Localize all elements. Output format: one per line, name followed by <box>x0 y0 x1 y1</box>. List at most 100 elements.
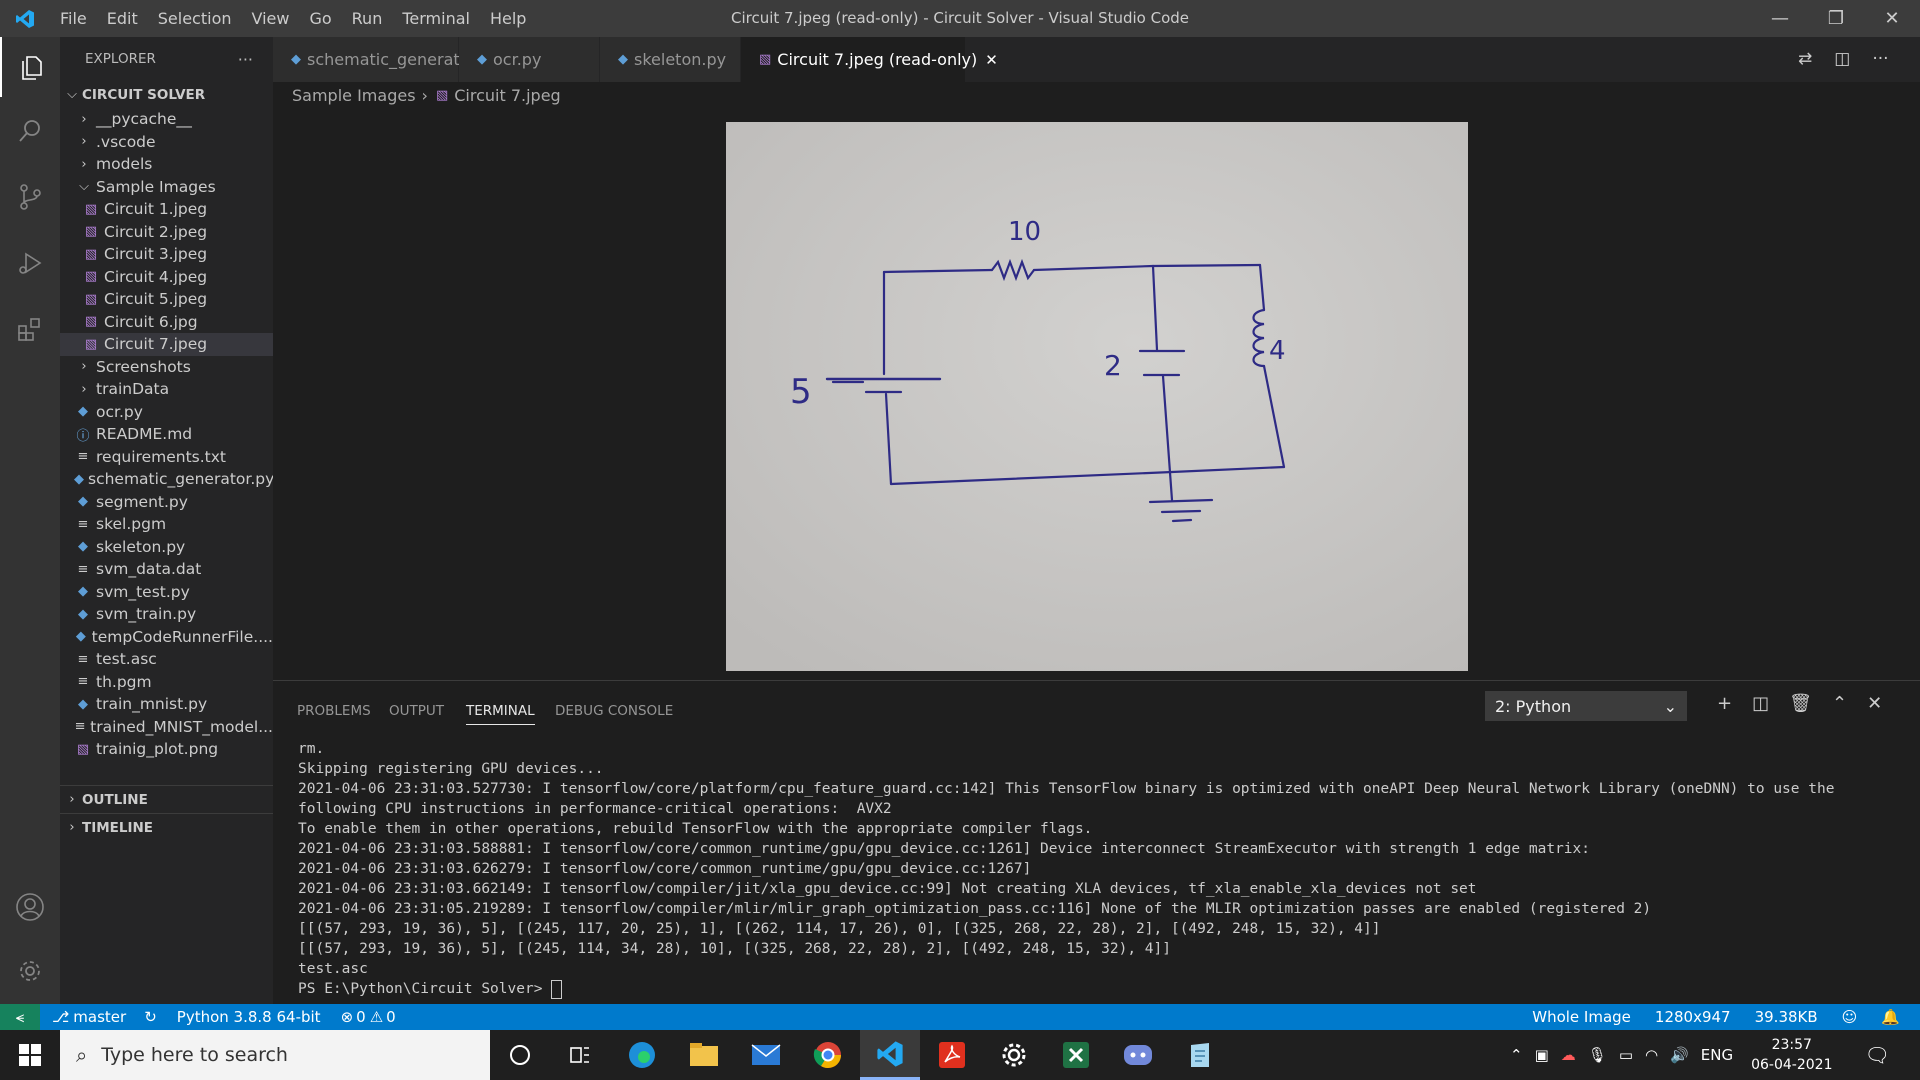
breadcrumb-file[interactable]: Circuit 7.jpeg <box>454 86 560 105</box>
extensions-icon[interactable] <box>0 299 60 359</box>
file-item[interactable]: ◆ svm_test.py <box>60 581 273 604</box>
mail-icon[interactable] <box>736 1030 796 1080</box>
onedrive-icon[interactable]: ☁ <box>1561 1046 1576 1064</box>
file-item[interactable]: ◆ svm_train.py <box>60 603 273 626</box>
file-item[interactable]: ▧ Circuit 1.jpeg <box>60 198 273 221</box>
menu-go[interactable]: Go <box>299 9 341 28</box>
more-editor-actions-icon[interactable]: ··· <box>1872 49 1888 69</box>
close-panel-icon[interactable]: ✕ <box>1867 693 1882 714</box>
file-item[interactable]: ◆ schematic_generator.py <box>60 468 273 491</box>
outline-section[interactable]: › OUTLINE <box>60 785 273 813</box>
file-item[interactable]: ≡ test.asc <box>60 648 273 671</box>
file-item[interactable]: ≡ trained_MNIST_model... <box>60 716 273 739</box>
file-item[interactable]: ≡ th.pgm <box>60 671 273 694</box>
tab-problems[interactable]: PROBLEMS <box>297 703 371 719</box>
file-item[interactable]: ▧ Circuit 7.jpeg <box>60 333 273 356</box>
close-tab-icon[interactable]: ✕ <box>985 51 998 69</box>
folder-item[interactable]: ⌵ Sample Images <box>60 176 273 199</box>
file-item[interactable]: ≡ skel.pgm <box>60 513 273 536</box>
file-item[interactable]: ▧ Circuit 3.jpeg <box>60 243 273 266</box>
tab-ocr[interactable]: ◆ ocr.py <box>459 37 600 82</box>
edge-icon[interactable] <box>612 1030 672 1080</box>
chrome-icon[interactable] <box>798 1030 858 1080</box>
trash-icon[interactable]: 🗑 <box>1789 693 1812 714</box>
maximize-panel-icon[interactable]: ⌃ <box>1832 693 1847 714</box>
remote-icon[interactable]: ⪪ <box>0 1004 40 1030</box>
split-terminal-icon[interactable]: ◫ <box>1752 693 1769 714</box>
notepad-icon[interactable] <box>1170 1030 1230 1080</box>
run-debug-icon[interactable] <box>0 233 60 293</box>
menu-help[interactable]: Help <box>480 9 536 28</box>
python-interpreter[interactable]: Python 3.8.8 64-bit <box>177 1008 321 1026</box>
windows-start-icon[interactable] <box>0 1030 60 1080</box>
folder-item[interactable]: › trainData <box>60 378 273 401</box>
discord-icon[interactable] <box>1108 1030 1168 1080</box>
file-item[interactable]: ≡ requirements.txt <box>60 446 273 469</box>
tab-skeleton[interactable]: ◆ skeleton.py <box>600 37 741 82</box>
file-item[interactable]: ◆ train_mnist.py <box>60 693 273 716</box>
new-terminal-icon[interactable]: + <box>1717 693 1732 714</box>
file-item[interactable]: ◆ skeleton.py <box>60 536 273 559</box>
file-item[interactable]: ▧ Circuit 2.jpeg <box>60 221 273 244</box>
minimize-button[interactable]: — <box>1752 0 1808 37</box>
language-indicator[interactable]: ENG <box>1701 1046 1733 1064</box>
volume-icon[interactable]: 🔊 <box>1670 1046 1689 1064</box>
project-root[interactable]: ⌵ CIRCUIT SOLVER <box>60 81 273 108</box>
file-item[interactable]: ◆ ocr.py <box>60 401 273 424</box>
settings-gear-icon[interactable] <box>984 1030 1044 1080</box>
microphone-icon[interactable]: 🎙 <box>1588 1046 1607 1064</box>
timeline-section[interactable]: › TIMELINE <box>60 813 273 841</box>
feedback-icon[interactable]: ☺ <box>1842 1008 1858 1026</box>
file-item[interactable]: ◆ segment.py <box>60 491 273 514</box>
tab-circuit-7[interactable]: ▧ Circuit 7.jpeg (read-only) ✕ <box>741 37 998 82</box>
file-item[interactable]: ▧ Circuit 6.jpg <box>60 311 273 334</box>
file-item[interactable]: ▧ Circuit 4.jpeg <box>60 266 273 289</box>
clock[interactable]: 23:57 06-04-2021 <box>1751 1035 1832 1075</box>
notifications-bell-icon[interactable]: 🔔 <box>1881 1008 1900 1026</box>
tab-schematic-generator[interactable]: ◆ schematic_generator.py <box>273 37 499 82</box>
file-item[interactable]: ▧ Circuit 5.jpeg <box>60 288 273 311</box>
file-explorer-icon[interactable] <box>674 1030 734 1080</box>
error-count[interactable]: 0 <box>356 1008 366 1026</box>
breadcrumb-folder[interactable]: Sample Images <box>292 86 416 105</box>
taskbar-search[interactable]: ⌕ Type here to search <box>60 1030 490 1080</box>
account-icon[interactable] <box>0 877 60 937</box>
close-window-button[interactable]: ✕ <box>1864 0 1920 37</box>
warning-count[interactable]: 0 <box>386 1008 396 1026</box>
file-item[interactable]: ◆ tempCodeRunnerFile.... <box>60 626 273 649</box>
acrobat-icon[interactable] <box>922 1030 982 1080</box>
excel-icon[interactable] <box>1046 1030 1106 1080</box>
show-hidden-icons-icon[interactable]: ⌃ <box>1510 1046 1523 1064</box>
file-item[interactable]: ⓘ README.md <box>60 423 273 446</box>
action-center-icon[interactable]: 🗨 <box>1864 1043 1889 1067</box>
tab-output[interactable]: OUTPUT <box>389 703 444 719</box>
battery-icon[interactable]: ▭ <box>1619 1046 1633 1064</box>
tab-debug-console[interactable]: DEBUG CONSOLE <box>555 703 673 719</box>
file-item[interactable]: ▧ trainig_plot.png <box>60 738 273 761</box>
folder-item[interactable]: › __pycache__ <box>60 108 273 131</box>
folder-item[interactable]: › .vscode <box>60 131 273 154</box>
meet-now-icon[interactable]: ▣ <box>1535 1046 1549 1064</box>
menu-view[interactable]: View <box>242 9 300 28</box>
folder-item[interactable]: › models <box>60 153 273 176</box>
terminal-select[interactable]: 2: Python ⌄ <box>1485 691 1687 721</box>
open-changes-icon[interactable]: ⇄ <box>1798 49 1812 69</box>
explorer-icon[interactable] <box>0 37 62 97</box>
menu-run[interactable]: Run <box>342 9 393 28</box>
menu-terminal[interactable]: Terminal <box>392 9 480 28</box>
image-scope[interactable]: Whole Image <box>1532 1008 1631 1026</box>
sync-icon[interactable]: ↻ <box>144 1008 157 1026</box>
terminal-output[interactable]: rm. Skipping registering GPU devices... 20… <box>298 739 1834 999</box>
search-icon[interactable] <box>0 101 60 161</box>
restore-button[interactable]: ❐ <box>1808 0 1864 37</box>
cortana-icon[interactable] <box>490 1030 550 1080</box>
file-item[interactable]: ≡ svm_data.dat <box>60 558 273 581</box>
menu-selection[interactable]: Selection <box>148 9 242 28</box>
wifi-icon[interactable]: ◠ <box>1645 1046 1658 1064</box>
more-actions-icon[interactable]: ··· <box>238 50 253 69</box>
task-view-icon[interactable] <box>550 1030 610 1080</box>
folder-item[interactable]: › Screenshots <box>60 356 273 379</box>
split-editor-icon[interactable]: ◫ <box>1834 49 1850 69</box>
menu-file[interactable]: File <box>50 9 97 28</box>
source-control-icon[interactable] <box>0 167 60 227</box>
